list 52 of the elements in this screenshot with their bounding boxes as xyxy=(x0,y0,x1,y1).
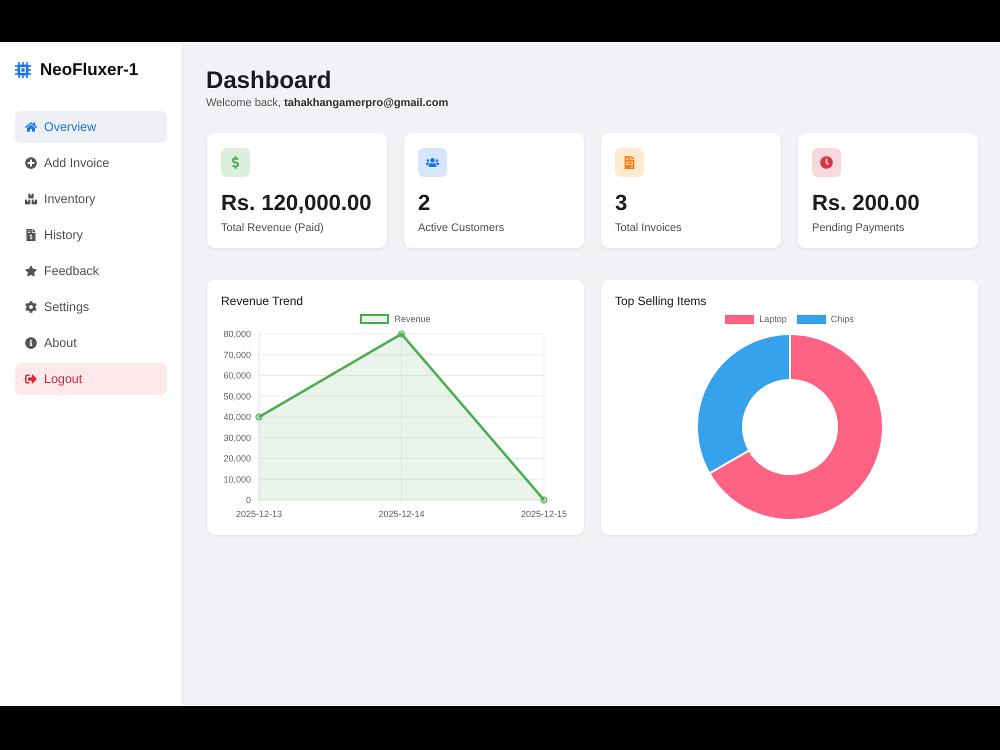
nav-item[interactable]: Inventory xyxy=(15,183,167,215)
x-axis-label: 2025-12-14 xyxy=(378,509,425,519)
legend-label: Revenue xyxy=(394,314,431,324)
home-icon xyxy=(25,121,37,133)
legend-swatch-icon xyxy=(360,314,390,324)
welcome-text: Welcome back, tahakhangamerpro@gmail.com xyxy=(206,96,448,110)
stat-label: Total Revenue (Paid) xyxy=(221,221,325,235)
nav-item[interactable]: Logout xyxy=(15,363,167,395)
legend-label: Laptop xyxy=(759,314,787,324)
settings-icon xyxy=(25,301,37,313)
stat-value: 3 xyxy=(615,189,628,217)
stat-label: Total Invoices xyxy=(615,221,683,235)
nav-item[interactable]: Add Invoice xyxy=(15,147,167,179)
y-axis-label: 80,000 xyxy=(223,329,251,339)
y-axis-label: 10,000 xyxy=(223,474,251,484)
clock-icon xyxy=(812,148,841,177)
y-axis-label: 60,000 xyxy=(223,370,251,380)
microchip-icon xyxy=(15,62,31,78)
logout-icon xyxy=(25,373,37,385)
x-axis-label: 2025-12-13 xyxy=(236,509,282,519)
chart-title: Top Selling Items xyxy=(615,294,706,308)
nav-item[interactable]: Settings xyxy=(15,291,167,323)
x-axis-label: 2025-12-15 xyxy=(520,509,568,519)
legend-label: Chips xyxy=(830,314,854,324)
nav-item[interactable]: Overview xyxy=(15,111,167,143)
data-point xyxy=(540,496,548,504)
nav-item[interactable]: History xyxy=(15,219,167,251)
y-axis-label: 0 xyxy=(246,495,251,505)
stat-label: Active Customers xyxy=(418,221,506,235)
y-axis-label: 50,000 xyxy=(223,391,251,402)
brand-name: NeoFluxer-1 xyxy=(40,61,138,79)
nav-item[interactable]: About xyxy=(15,327,167,359)
y-axis-label: 30,000 xyxy=(223,432,251,443)
data-point xyxy=(256,414,262,420)
y-axis-label: 20,000 xyxy=(223,454,251,464)
stat-label: Pending Payments xyxy=(812,221,906,235)
document-icon xyxy=(615,148,644,177)
dollar-icon xyxy=(221,148,250,177)
document-icon xyxy=(25,229,37,241)
star-icon xyxy=(25,265,37,277)
nav-item[interactable]: Feedback xyxy=(15,255,167,287)
stat-value: Rs. 120,000.00 xyxy=(221,189,372,217)
chart-title: Revenue Trend xyxy=(221,294,304,308)
y-axis-label: 70,000 xyxy=(223,350,251,360)
y-axis-label: 40,000 xyxy=(223,412,251,422)
stat-value: 2 xyxy=(418,189,432,217)
page-title: Dashboard xyxy=(206,67,332,95)
info-icon xyxy=(25,337,37,349)
people-icon xyxy=(418,148,447,177)
data-point xyxy=(398,330,405,338)
boxes-icon xyxy=(25,193,37,205)
stat-value: Rs. 200.00 xyxy=(812,189,921,217)
